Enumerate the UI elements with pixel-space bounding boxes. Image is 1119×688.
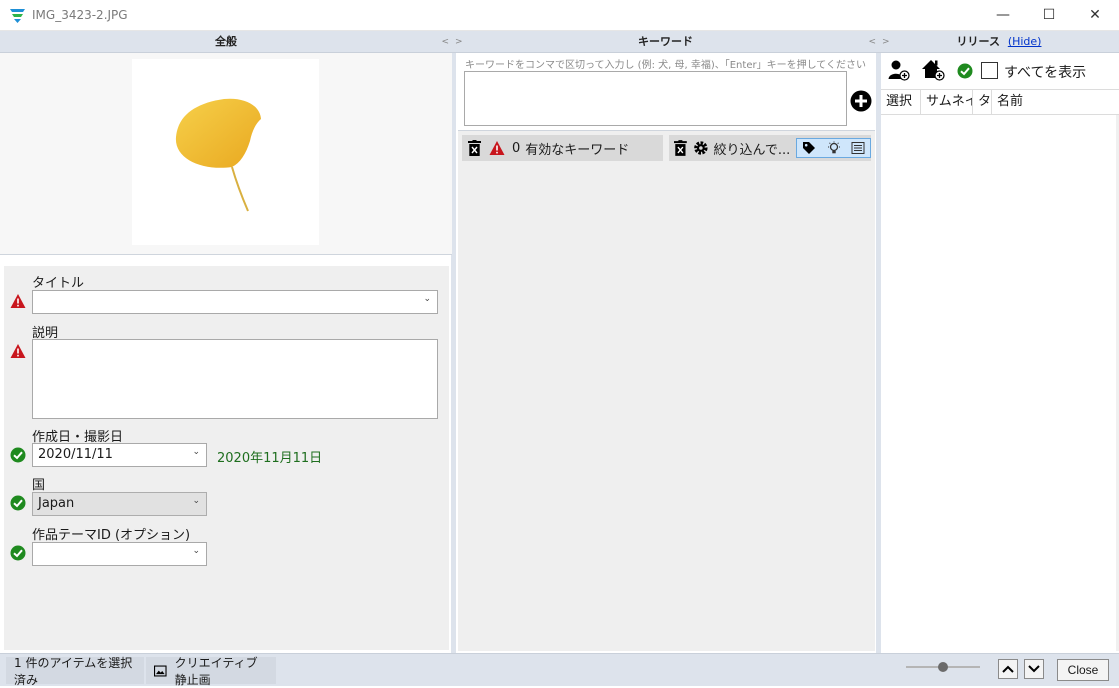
title-bar: IMG_3423-2.JPG — ☐ ✕	[0, 0, 1119, 31]
column-type[interactable]: タ	[973, 90, 992, 114]
column-select[interactable]: 選択	[881, 90, 921, 114]
title-label: タイトル	[32, 276, 85, 291]
keyword-input[interactable]	[464, 71, 847, 126]
expand-keywords-button[interactable]: >	[882, 31, 890, 53]
show-all-checkbox[interactable]	[981, 62, 998, 79]
warning-icon	[10, 294, 26, 308]
releases-grid-header: 選択 サムネイル タ 名前	[881, 89, 1119, 115]
country-value: Japan	[38, 496, 75, 511]
releases-pane-title: リリース	[956, 35, 1000, 48]
chevron-down-icon	[1028, 665, 1040, 673]
app-logo-icon	[10, 9, 25, 23]
general-pane-header: 全般 <	[0, 31, 452, 53]
date-value: 2020/11/11	[38, 447, 113, 462]
trash-icon[interactable]	[468, 140, 481, 156]
status-bar: 1 件のアイテムを選択済み クリエイティブ静止画 Close	[0, 653, 1119, 687]
column-name[interactable]: 名前	[992, 90, 1119, 114]
close-window-button[interactable]: ✕	[1072, 0, 1118, 30]
add-person-icon[interactable]	[888, 59, 910, 81]
date-formatted-text: 2020年11月11日	[217, 451, 323, 466]
pane-divider-right[interactable]	[876, 53, 881, 653]
releases-pane-header: > リリース (Hide)	[879, 31, 1119, 53]
chevron-up-icon	[1002, 665, 1014, 673]
zoom-slider-thumb[interactable]	[938, 662, 948, 672]
next-item-button[interactable]	[1024, 659, 1044, 679]
tag-icon[interactable]	[802, 141, 816, 155]
metadata-form: タイトル ⌄ 説明 作成日・撮影日 2020/11/11 ⌄ 2020年11月1…	[4, 266, 449, 650]
list-icon[interactable]	[851, 141, 865, 155]
plus-circle-icon[interactable]	[850, 90, 872, 112]
date-combobox[interactable]: 2020/11/11 ⌄	[32, 443, 207, 467]
hide-releases-link[interactable]: (Hide)	[1008, 35, 1042, 48]
chevron-down-icon: ⌄	[192, 496, 200, 506]
collapse-keywords-button[interactable]: <	[868, 31, 876, 53]
theme-combobox[interactable]: ⌄	[32, 542, 207, 566]
keywords-pane-header: > キーワード <	[452, 31, 879, 53]
general-pane-title: 全般	[215, 35, 237, 48]
keyword-area: 0 有効なキーワード 絞り込んで...	[458, 130, 875, 651]
show-all-label: すべてを表示	[1004, 65, 1087, 81]
keyword-view-toggle[interactable]	[796, 138, 872, 158]
check-circle-icon	[10, 495, 26, 511]
valid-keyword-count: 0	[512, 140, 521, 156]
image-preview-area	[0, 53, 452, 255]
title-combobox[interactable]: ⌄	[32, 290, 438, 314]
warning-icon	[10, 344, 26, 358]
selection-status: 1 件のアイテムを選択済み	[6, 656, 144, 687]
gear-icon[interactable]	[693, 140, 709, 156]
maximize-button[interactable]: ☐	[1026, 0, 1072, 30]
add-property-icon[interactable]	[921, 58, 945, 81]
check-circle-icon	[10, 545, 26, 561]
keywords-pane-title: キーワード	[638, 35, 693, 48]
filter-label: 絞り込んで...	[713, 142, 791, 158]
window-title: IMG_3423-2.JPG	[32, 8, 128, 22]
chevron-down-icon: ⌄	[423, 294, 431, 304]
trash-icon[interactable]	[674, 140, 687, 156]
check-circle-icon	[957, 63, 973, 79]
lightbulb-icon[interactable]	[827, 141, 841, 155]
chevron-down-icon: ⌄	[192, 447, 200, 457]
minimize-button[interactable]: —	[980, 0, 1026, 30]
close-button[interactable]: Close	[1057, 659, 1109, 681]
image-icon	[154, 665, 167, 676]
ginkgo-leaf-image	[175, 98, 261, 212]
expand-general-button[interactable]: >	[455, 31, 463, 53]
warning-icon	[489, 141, 505, 155]
previous-item-button[interactable]	[998, 659, 1018, 679]
filter-keywords-bar: 絞り込んで...	[669, 135, 872, 161]
valid-keywords-bar: 0 有効なキーワード	[462, 135, 663, 161]
image-thumbnail[interactable]	[132, 59, 319, 245]
valid-keyword-label: 有効なキーワード	[525, 142, 630, 158]
media-type-status: クリエイティブ静止画	[146, 656, 276, 687]
country-dropdown[interactable]: Japan ⌄	[32, 492, 207, 516]
chevron-down-icon: ⌄	[192, 546, 200, 556]
collapse-general-button[interactable]: <	[441, 31, 449, 53]
description-textarea[interactable]	[32, 339, 438, 419]
check-circle-icon	[10, 447, 26, 463]
releases-toolbar: すべてを表示	[881, 53, 1119, 89]
keyword-hint: キーワードをコンマで区切って入力し (例: 犬, 母, 幸福)、「Enter」キ…	[465, 60, 866, 71]
column-thumbnail[interactable]: サムネイル	[921, 90, 973, 114]
theme-label: 作品テーマID (オプション)	[32, 528, 191, 543]
country-label: 国	[32, 478, 46, 493]
media-type-label: クリエイティブ静止画	[174, 655, 258, 687]
